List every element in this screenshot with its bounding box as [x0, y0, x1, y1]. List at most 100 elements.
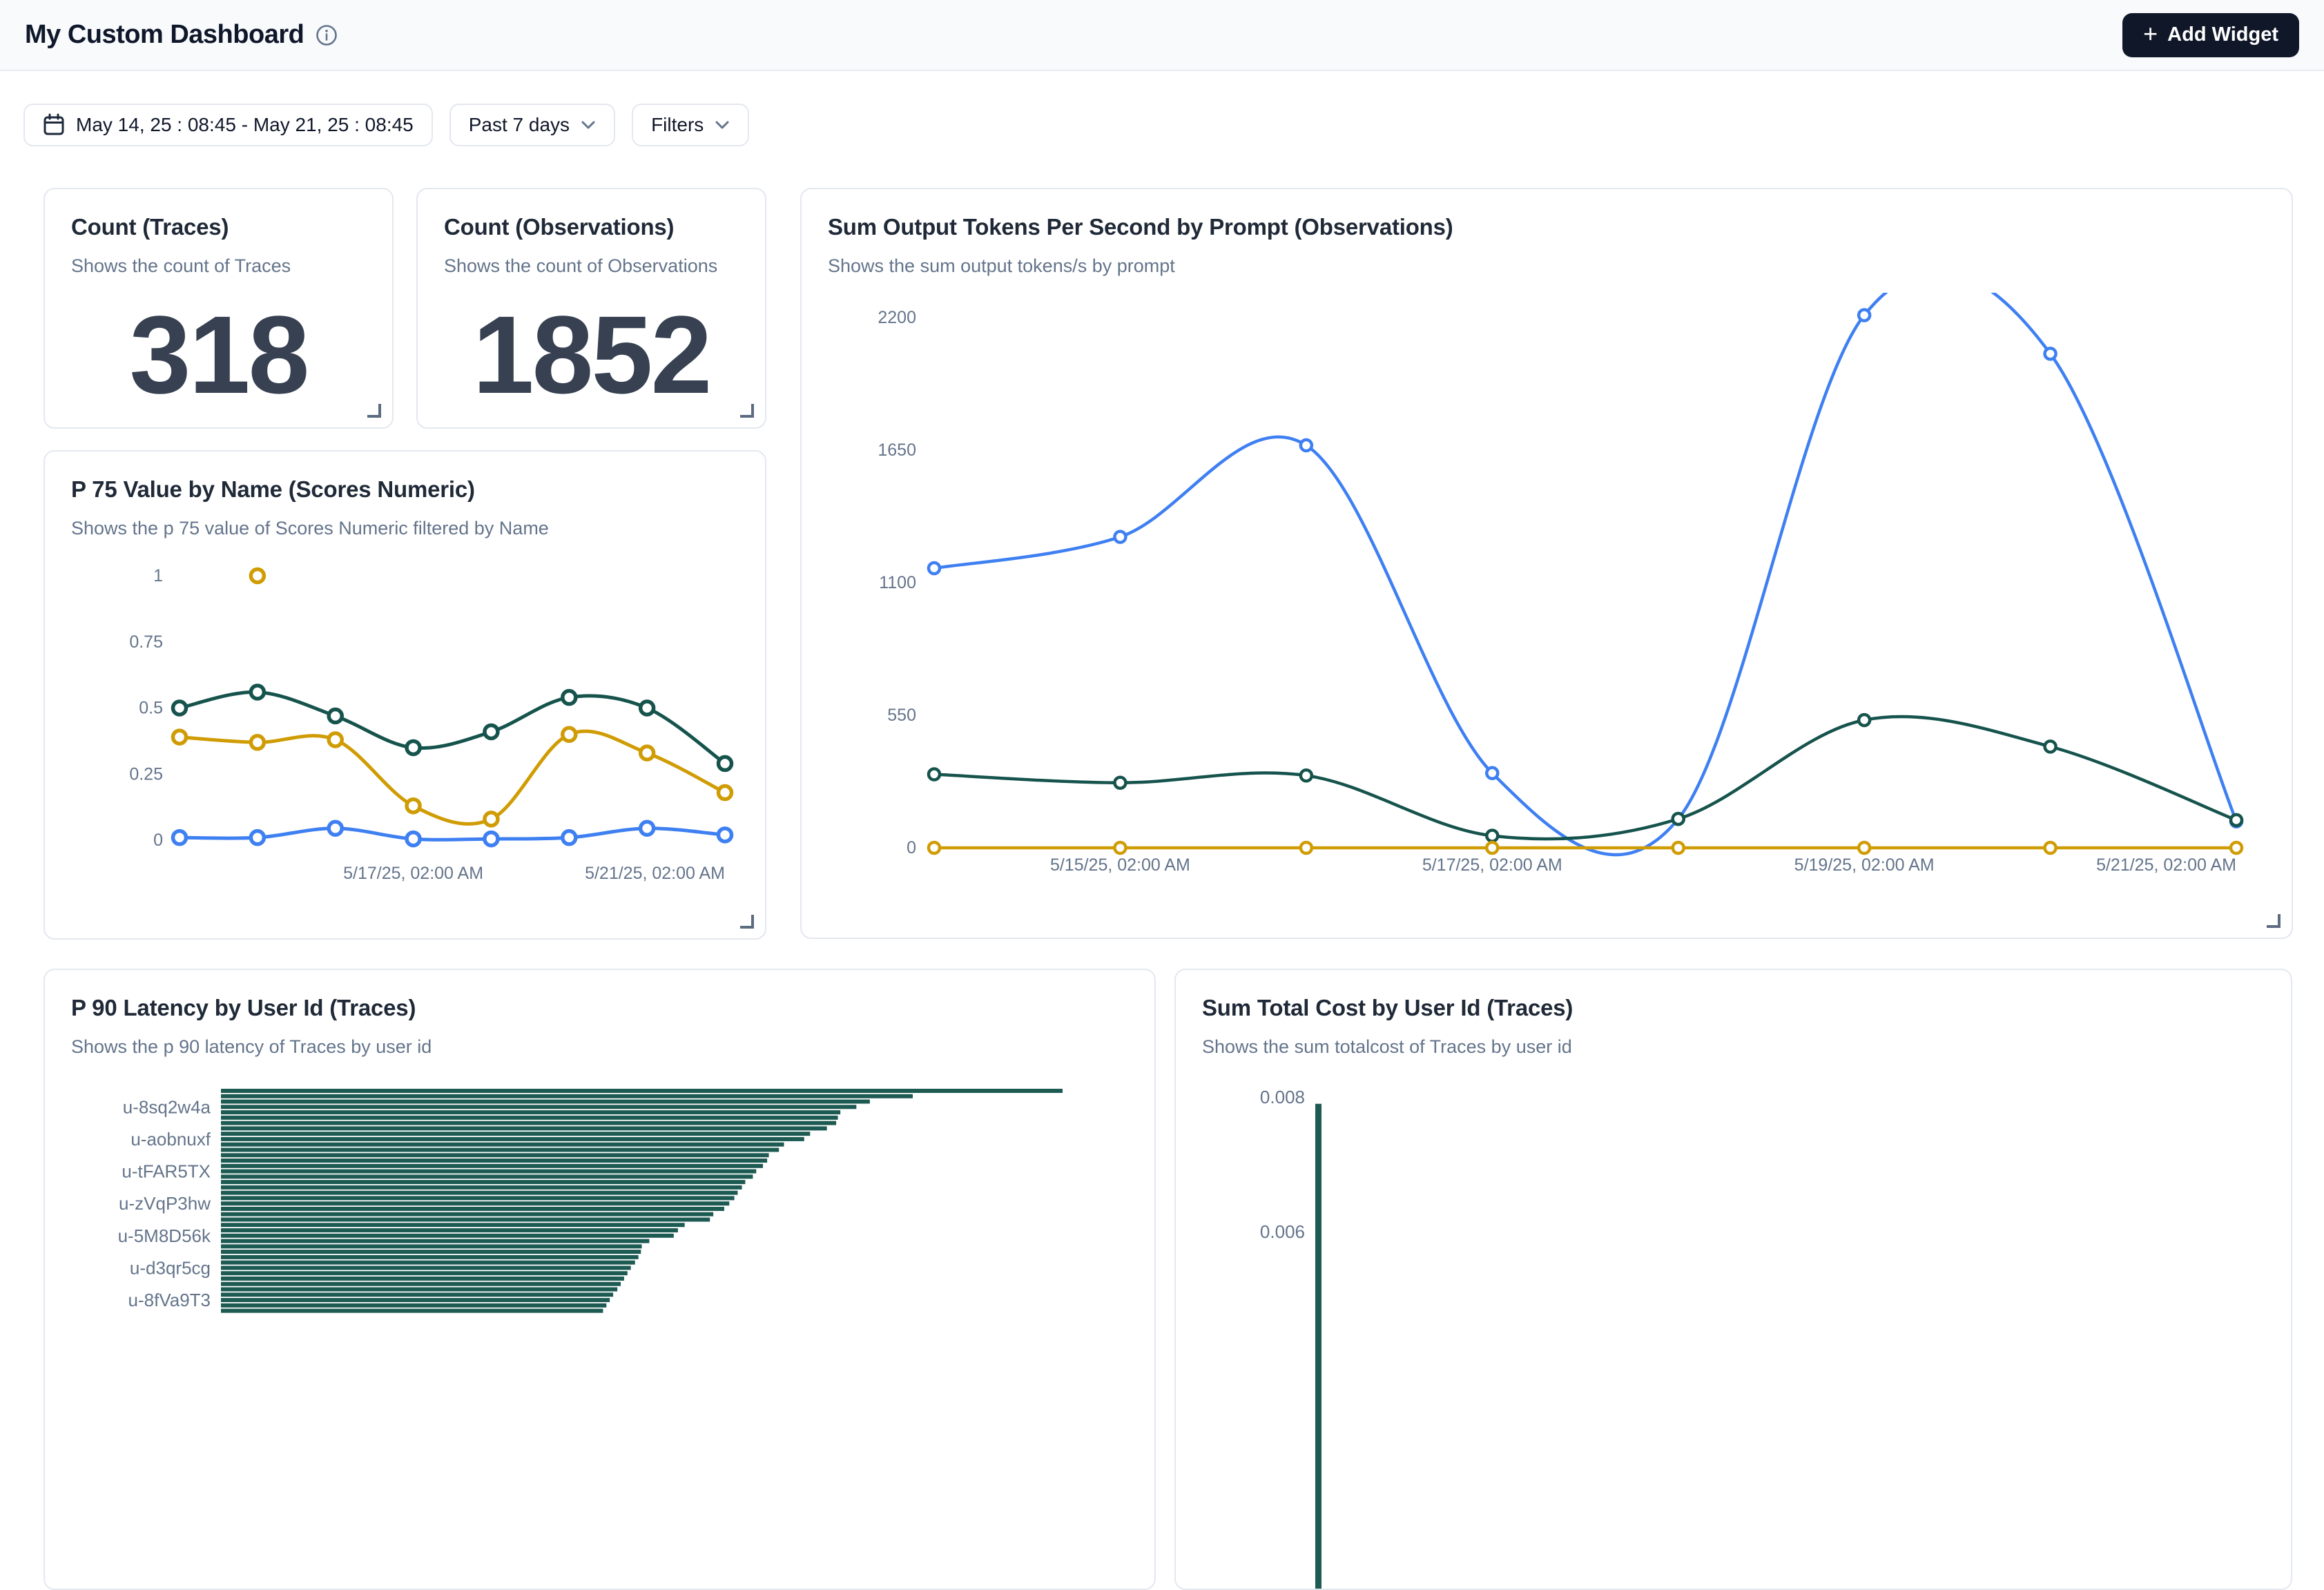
bar: [221, 1143, 784, 1147]
chevron-down-icon: [715, 120, 730, 130]
resize-handle-icon[interactable]: [366, 403, 381, 418]
time-preset-value: Past 7 days: [469, 114, 570, 136]
data-point-marker: [485, 813, 498, 826]
bar: [221, 1100, 870, 1104]
data-point-marker: [329, 709, 342, 722]
data-point-marker: [251, 686, 264, 699]
bar: [221, 1147, 779, 1152]
data-point-marker: [1673, 813, 1684, 824]
x-axis-tick-label: 5/15/25, 02:00 AM: [1050, 855, 1190, 875]
y-axis-tick-label: 2200: [878, 308, 916, 327]
bar: [221, 1271, 628, 1275]
data-point-marker: [329, 733, 342, 746]
x-axis-tick-label: 5/17/25, 02:00 AM: [1422, 855, 1562, 875]
widget-tokens-line-chart[interactable]: Sum Output Tokens Per Second by Prompt (…: [800, 188, 2293, 939]
category-axis-tick-label: u-8fVa9T3: [128, 1290, 211, 1310]
bar: [221, 1174, 753, 1179]
bar: [221, 1244, 642, 1248]
data-point-marker: [929, 563, 940, 574]
widget-p90-bar-chart[interactable]: P 90 Latency by User Id (Traces) Shows t…: [43, 969, 1156, 1590]
filters-dropdown[interactable]: Filters: [632, 104, 749, 146]
bar: [221, 1121, 836, 1125]
widget-subtitle: Shows the sum totalcost of Traces by use…: [1202, 1036, 2265, 1058]
widget-subtitle: Shows the sum output tokens/s by prompt: [828, 255, 2265, 277]
line-series-dark-green: [934, 717, 2236, 839]
data-point-marker: [1487, 831, 1498, 842]
info-icon[interactable]: [315, 23, 338, 47]
data-point-marker: [2045, 741, 2056, 752]
bar: [221, 1094, 913, 1098]
bar: [221, 1261, 635, 1265]
widget-title: Sum Total Cost by User Id (Traces): [1202, 995, 2265, 1021]
x-axis-tick-label: 5/21/25, 02:00 AM: [585, 864, 725, 883]
time-preset-dropdown[interactable]: Past 7 days: [449, 104, 615, 146]
data-point-marker: [485, 725, 498, 738]
widget-count-observations[interactable]: Count (Observations) Shows the count of …: [416, 188, 766, 429]
bar: [221, 1303, 606, 1308]
widget-p75-line-chart[interactable]: P 75 Value by Name (Scores Numeric) Show…: [43, 450, 766, 940]
page-title: My Custom Dashboard: [25, 20, 304, 50]
add-widget-button[interactable]: + Add Widget: [2122, 13, 2299, 57]
data-point-marker: [2231, 815, 2242, 826]
bar: [221, 1191, 737, 1195]
bar: [221, 1110, 840, 1114]
resize-handle-icon[interactable]: [2265, 913, 2281, 928]
date-range-picker[interactable]: May 14, 25 : 08:45 - May 21, 25 : 08:45: [23, 104, 433, 146]
data-point-marker: [173, 701, 186, 715]
y-axis-tick-label: 0.008: [1260, 1087, 1305, 1107]
horizontal-bar-chart: u-8sq2w4au-aobnuxfu-tFAR5TXu-zVqP3hwu-5M…: [45, 1074, 1156, 1590]
category-axis-tick-label: u-zVqP3hw: [119, 1193, 211, 1214]
data-point-marker: [929, 769, 940, 780]
data-point-marker: [1859, 310, 1870, 321]
data-point-marker: [2045, 348, 2056, 359]
widget-title: P 90 Latency by User Id (Traces): [71, 995, 1128, 1021]
line-chart: 05501100165022005/15/25, 02:00 AM5/17/25…: [802, 293, 2293, 939]
bar: [221, 1266, 631, 1270]
data-point-marker: [641, 822, 654, 835]
resize-handle-icon[interactable]: [739, 403, 754, 418]
y-axis-tick-label: 0: [153, 831, 163, 850]
widget-count-traces[interactable]: Count (Traces) Shows the count of Traces…: [43, 188, 394, 429]
bar: [221, 1153, 769, 1157]
data-point-marker: [1301, 440, 1312, 451]
y-axis-tick-label: 0: [907, 838, 916, 857]
bar: [221, 1126, 827, 1130]
bar: [221, 1132, 810, 1136]
data-point-marker: [563, 691, 576, 704]
data-point-marker: [2045, 842, 2056, 853]
bar: [221, 1212, 713, 1216]
bar: [221, 1282, 621, 1286]
data-point-marker: [1114, 777, 1125, 788]
y-axis-tick-label: 550: [887, 706, 916, 725]
count-value: 1852: [418, 291, 765, 418]
chevron-down-icon: [581, 120, 596, 130]
y-axis-tick-label: 0.25: [129, 764, 163, 784]
data-point-marker: [173, 831, 186, 844]
bar: [221, 1105, 856, 1109]
bar: [221, 1185, 742, 1190]
bar: [221, 1228, 678, 1232]
data-point-marker: [1301, 770, 1312, 781]
x-axis-tick-label: 5/19/25, 02:00 AM: [1794, 855, 1935, 875]
count-value: 318: [45, 291, 392, 418]
data-point-marker: [407, 799, 420, 813]
widget-cost-bar-chart[interactable]: Sum Total Cost by User Id (Traces) Shows…: [1174, 969, 2292, 1590]
data-point-marker: [641, 746, 654, 759]
bar: [221, 1309, 603, 1313]
data-point-marker: [251, 831, 264, 844]
bar: [221, 1292, 613, 1297]
widget-subtitle: Shows the p 75 value of Scores Numeric f…: [71, 518, 739, 539]
y-axis-tick-label: 1650: [878, 440, 916, 460]
bar: [221, 1170, 756, 1174]
resize-handle-icon[interactable]: [739, 913, 754, 929]
data-point-marker: [563, 831, 576, 844]
data-point-marker: [1673, 842, 1684, 853]
data-point-marker: [1114, 532, 1125, 543]
widget-subtitle: Shows the count of Traces: [71, 255, 366, 277]
calendar-icon: [43, 113, 65, 137]
widget-title: Sum Output Tokens Per Second by Prompt (…: [828, 214, 2265, 240]
bar: [221, 1255, 639, 1259]
data-point-marker: [485, 833, 498, 846]
data-point-marker: [1487, 768, 1498, 779]
filters-label: Filters: [651, 114, 704, 136]
